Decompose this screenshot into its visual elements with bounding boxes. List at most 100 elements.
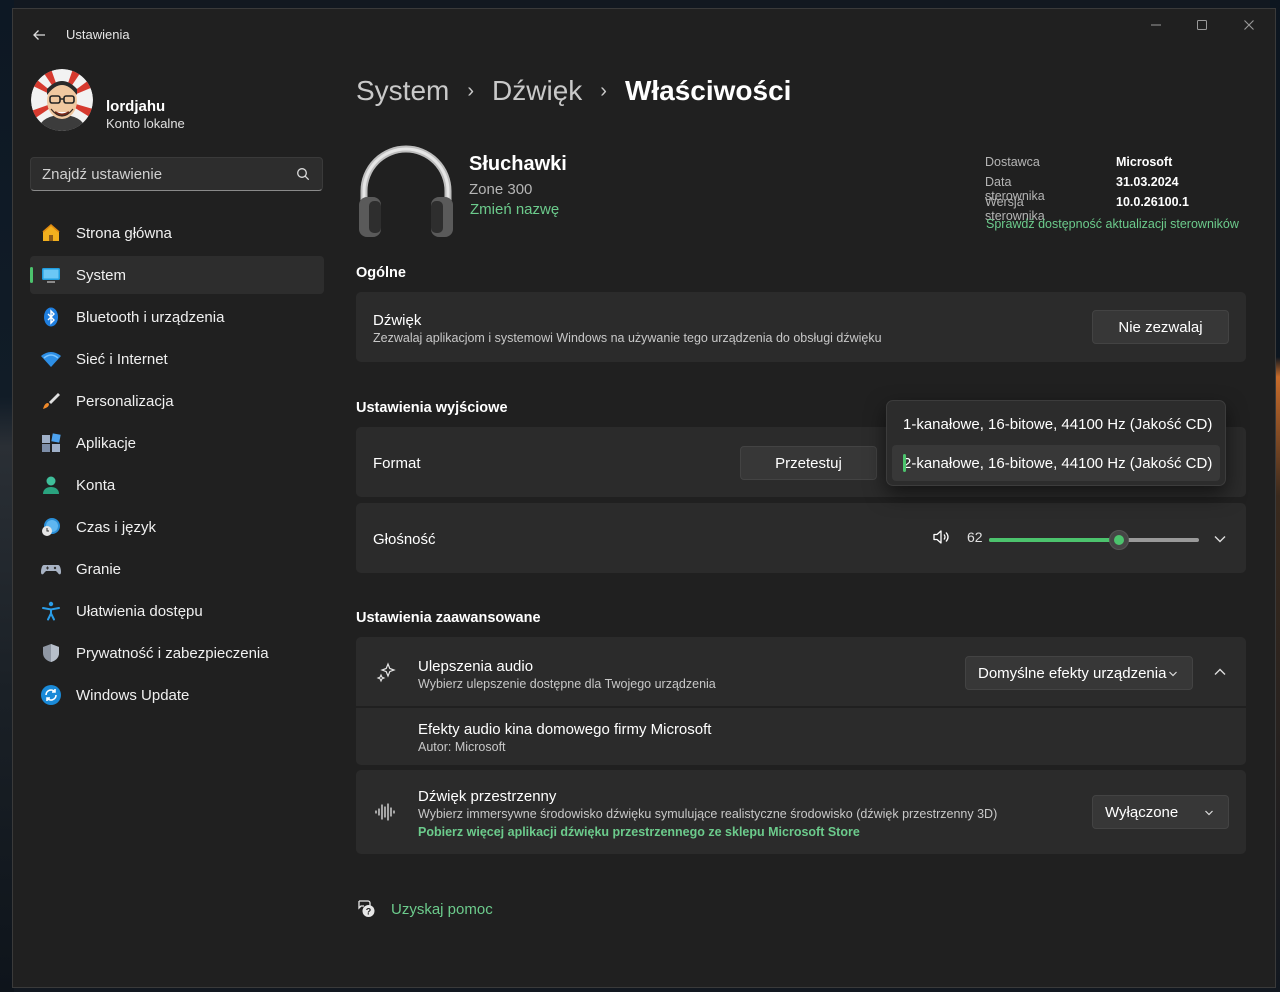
search-icon [297, 168, 310, 181]
volume-slider-thumb[interactable] [1109, 530, 1130, 550]
breadcrumb-system[interactable]: System [356, 75, 449, 107]
volume-slider-fill [989, 538, 1120, 542]
format-option-selected[interactable]: 2-kanałowe, 16-bitowe, 44100 Hz (Jakość … [892, 445, 1220, 481]
accounts-icon [40, 474, 62, 496]
section-output-heading: Ustawienia wyjściowe [356, 400, 508, 416]
audio-allow-title: Dźwięk [373, 312, 422, 329]
breadcrumb: System › Dźwięk › Właściwości [356, 71, 791, 111]
device-header: Słuchawki Zone 300 Zmień nazwę Dostawca … [356, 143, 1246, 253]
audio-allow-subtitle: Zezwalaj aplikacjom i systemowi Windows … [373, 331, 882, 345]
avatar [31, 69, 93, 131]
nav-label: Sieć i Internet [76, 350, 168, 368]
nav-item-home[interactable]: Strona główna [30, 214, 324, 252]
rename-link[interactable]: Zmień nazwę [470, 201, 559, 218]
spatial-select-value: Wyłączone [1105, 803, 1179, 821]
breadcrumb-sound[interactable]: Dźwięk [492, 75, 582, 107]
spatial-store-link[interactable]: Pobierz więcej aplikacji dźwięku przestr… [418, 825, 860, 839]
get-help-link: Uzyskaj pomoc [391, 901, 493, 918]
settings-window: Ustawienia lordjahu Konto lokalne Znajdź… [12, 8, 1276, 988]
nav-label: Bluetooth i urządzenia [76, 308, 225, 326]
chevron-down-icon [1205, 810, 1213, 816]
help-icon: ? [358, 900, 375, 917]
nav-label: Czas i język [76, 518, 157, 536]
chevron-right-icon: › [600, 79, 607, 102]
sparkle-icon [376, 662, 396, 683]
nav-item-accessibility[interactable]: Ułatwienia dostępu [30, 592, 324, 630]
volume-slider[interactable] [989, 530, 1199, 550]
enhancements-subtitle: Wybierz ulepszenie dostępne dla Twojego … [418, 677, 716, 691]
format-option-label: 2-kanałowe, 16-bitowe, 44100 Hz (Jakość … [903, 454, 1213, 472]
user-profile[interactable]: lordjahu Konto lokalne [31, 69, 331, 135]
nav-item-time-language[interactable]: Czas i język [30, 508, 324, 546]
app-title: Ustawienia [66, 27, 130, 42]
chevron-right-icon: › [467, 79, 475, 102]
brush-icon [40, 390, 62, 412]
spatial-sound-card: Dźwięk przestrzenny Wybierz immersywne ś… [356, 770, 1246, 854]
nav-label: Konta [76, 476, 116, 494]
home-icon [40, 222, 62, 244]
gamepad-icon [40, 558, 62, 580]
maximize-button[interactable] [1179, 9, 1225, 41]
apps-icon [40, 432, 62, 454]
nav-item-privacy[interactable]: Prywatność i zabezpieczenia [30, 634, 324, 672]
back-arrow-icon [33, 30, 45, 40]
test-button[interactable]: Przetestuj [740, 446, 877, 480]
accessibility-icon [40, 600, 62, 622]
nav-label: Prywatność i zabezpieczenia [76, 644, 269, 662]
minimize-icon [1151, 24, 1161, 26]
volume-label: Głośność [373, 531, 436, 548]
chevron-down-icon [1169, 671, 1177, 677]
main-content: System › Dźwięk › Właściwości Słuchawki … [356, 55, 1246, 985]
nav-label: Granie [76, 560, 122, 578]
device-name: Słuchawki [469, 153, 567, 175]
nav-item-system[interactable]: System [30, 256, 324, 294]
chevron-down-icon[interactable] [1213, 532, 1227, 546]
chevron-up-icon[interactable] [1213, 665, 1227, 679]
nav-item-personalization[interactable]: Personalizacja [30, 382, 324, 420]
section-general-heading: Ogólne [356, 265, 406, 281]
nav-item-gaming[interactable]: Granie [30, 550, 324, 588]
nav-item-accounts[interactable]: Konta [30, 466, 324, 504]
system-icon [40, 264, 62, 286]
driver-update-link[interactable]: Sprawdź dostępność aktualizacji sterowni… [986, 217, 1239, 231]
nav-item-bluetooth[interactable]: Bluetooth i urządzenia [30, 298, 324, 336]
format-option[interactable]: 1-kanałowe, 16-bitowe, 44100 Hz (Jakość … [892, 406, 1220, 442]
wifi-icon [40, 348, 62, 370]
volume-card: Głośność 62 [356, 503, 1246, 573]
driver-date-value: 31.03.2024 [1116, 175, 1179, 189]
audio-enhancements-card: Ulepszenia audio Wybierz ulepszenie dost… [356, 637, 1246, 765]
driver-version-value: 10.0.26100.1 [1116, 195, 1189, 209]
bluetooth-icon [40, 306, 62, 328]
spatial-subtitle: Wybierz immersywne środowisko dźwięku sy… [418, 807, 998, 821]
format-label: Format [373, 455, 421, 472]
active-indicator [30, 267, 33, 283]
enhancements-select[interactable]: Domyślne efekty urządzenia [965, 656, 1193, 690]
minimize-button[interactable] [1133, 9, 1179, 41]
shield-icon [40, 642, 62, 664]
nav-label: System [76, 266, 127, 284]
spatial-audio-icon [375, 803, 395, 821]
page-title: Właściwości [624, 75, 792, 106]
enhancements-title: Ulepszenia audio [418, 658, 534, 675]
close-icon [1244, 20, 1254, 30]
device-model: Zone 300 [469, 181, 533, 198]
nav-item-windows-update[interactable]: Windows Update [30, 676, 324, 714]
user-name: lordjahu [106, 98, 166, 115]
nav-label: Windows Update [76, 686, 190, 704]
time-language-icon [40, 516, 62, 538]
spatial-title: Dźwięk przestrzenny [418, 788, 557, 805]
speaker-icon[interactable] [931, 527, 951, 547]
disallow-button[interactable]: Nie zezwalaj [1092, 310, 1229, 344]
provider-value: Microsoft [1116, 155, 1173, 169]
close-button[interactable] [1226, 9, 1272, 41]
search-box[interactable]: Znajdź ustawienie [30, 157, 323, 191]
search-placeholder: Znajdź ustawienie [42, 166, 163, 183]
nav-list: Strona główna System Bluetooth i urządze… [30, 214, 324, 718]
nav-item-network[interactable]: Sieć i Internet [30, 340, 324, 378]
spatial-select[interactable]: Wyłączone [1092, 795, 1229, 829]
nav-label: Strona główna [76, 224, 172, 242]
back-button[interactable] [27, 23, 51, 47]
selected-indicator [903, 454, 906, 472]
nav-item-apps[interactable]: Aplikacje [30, 424, 324, 462]
maximize-icon [1197, 20, 1207, 30]
